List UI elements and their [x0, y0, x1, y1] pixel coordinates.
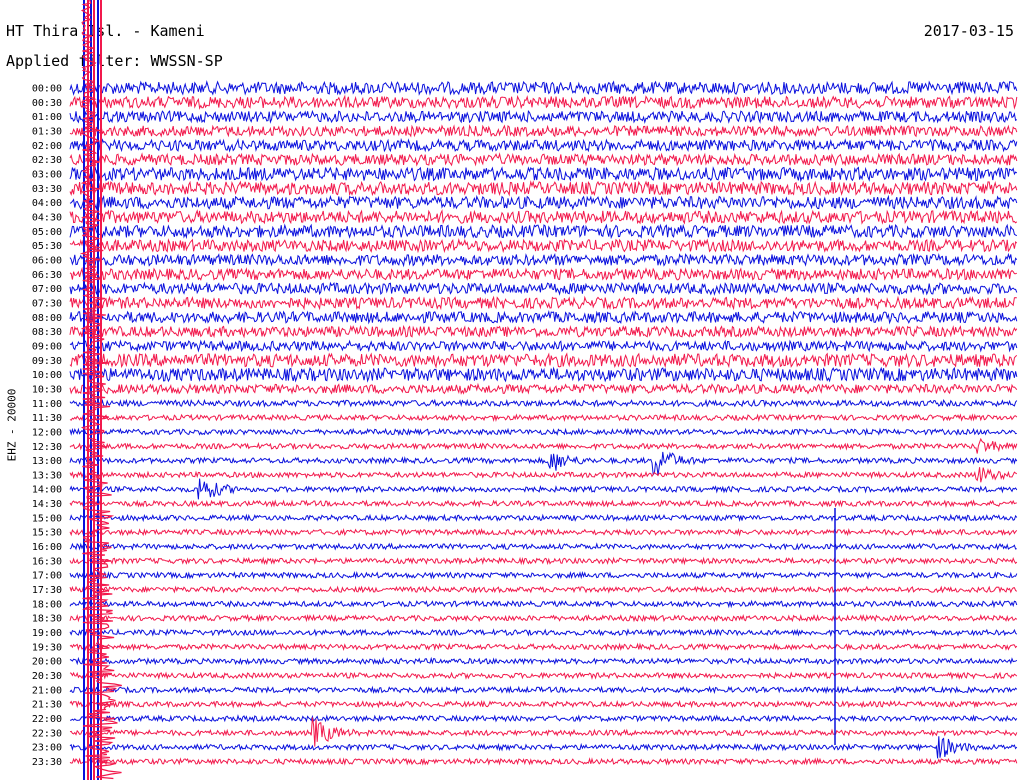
row-label: 03:30	[32, 184, 62, 195]
trace-row	[69, 451, 1018, 476]
trace-row	[69, 194, 1018, 211]
trace-row	[69, 398, 1018, 408]
trace-row	[69, 324, 1018, 339]
trace-row	[69, 736, 1018, 759]
row-label: 08:00	[32, 313, 62, 324]
trace-row	[69, 556, 1018, 566]
row-label: 04:00	[32, 198, 62, 209]
trace-row	[69, 339, 1018, 353]
trace-row	[69, 699, 1018, 709]
trace-row	[69, 527, 1018, 537]
row-label: 02:30	[32, 155, 62, 166]
row-label: 20:00	[32, 657, 62, 668]
row-label: 20:30	[32, 671, 62, 682]
trace-row	[69, 281, 1018, 296]
row-label: 17:30	[32, 585, 62, 596]
row-label: 12:30	[32, 442, 62, 453]
row-label: 13:30	[32, 470, 62, 481]
trace-row	[69, 165, 1018, 183]
row-label: 17:00	[32, 571, 62, 582]
trace-row	[69, 656, 1018, 666]
row-label: 09:30	[32, 356, 62, 367]
trace-row	[69, 570, 1018, 580]
trace-row	[69, 467, 1018, 483]
trace-row	[69, 717, 1018, 747]
row-label: 23:00	[32, 743, 62, 754]
trace-row	[69, 209, 1018, 225]
trace-row	[69, 642, 1018, 652]
row-label: 18:00	[32, 599, 62, 610]
trace-row	[69, 427, 1017, 437]
trace-row	[69, 180, 1018, 197]
row-label: 11:30	[32, 413, 62, 424]
trace-row	[69, 513, 1018, 523]
trace-row	[69, 295, 1017, 311]
trace-row	[69, 437, 1018, 454]
row-label: 09:00	[32, 341, 62, 352]
trace-row	[69, 585, 1018, 594]
trace-row	[69, 499, 1017, 509]
trace-row	[69, 478, 1018, 500]
row-label: 22:30	[32, 728, 62, 739]
row-label: 10:30	[32, 384, 62, 395]
row-label: 08:30	[32, 327, 62, 338]
helicorder-plot: 00:00 00:30 01:00 01:30 02:00 02:30 03:00 03:30…	[32, 0, 1018, 780]
trace-row	[69, 613, 1018, 623]
row-label: 21:00	[32, 685, 62, 696]
trace-row	[69, 352, 1018, 369]
row-label: 06:30	[32, 270, 62, 281]
row-label: 03:00	[32, 169, 62, 180]
trace-row	[69, 309, 1018, 325]
trace-row	[69, 152, 1018, 167]
trace-row	[69, 413, 1018, 423]
row-label: 02:00	[32, 141, 62, 152]
trace-row	[69, 599, 1018, 609]
row-label: 12:00	[32, 427, 62, 438]
row-label: 07:30	[32, 298, 62, 309]
trace-row	[69, 671, 1018, 680]
trace-row	[69, 238, 1018, 254]
row-label: 16:00	[32, 542, 62, 553]
row-label: 01:00	[32, 112, 62, 123]
row-label: 07:00	[32, 284, 62, 295]
trace-row	[69, 94, 1018, 110]
row-label: 19:30	[32, 642, 62, 653]
trace-row	[69, 382, 1018, 396]
row-label: 04:30	[32, 212, 62, 223]
trace-row	[69, 79, 1018, 96]
trace-row	[69, 757, 1018, 766]
row-label: 13:00	[32, 456, 62, 467]
row-label: 06:00	[32, 255, 62, 266]
row-label: 23:30	[32, 757, 62, 768]
row-label: 22:00	[32, 714, 62, 725]
trace-row	[69, 266, 1017, 282]
row-label: 15:00	[32, 513, 62, 524]
row-label: 19:00	[32, 628, 62, 639]
trace-row	[69, 628, 1018, 637]
row-label: 10:00	[32, 370, 62, 381]
trace-row	[69, 366, 1018, 383]
row-label: 05:30	[32, 241, 62, 252]
row-label: 05:00	[32, 227, 62, 238]
row-label: 18:30	[32, 614, 62, 625]
row-label: 00:00	[32, 84, 62, 95]
trace-row	[69, 714, 1018, 723]
row-label: 00:30	[32, 98, 62, 109]
trace-row	[69, 109, 1018, 124]
row-label: 11:00	[32, 399, 62, 410]
trace-row	[69, 542, 1017, 551]
row-label: 01:30	[32, 126, 62, 137]
row-label: 16:30	[32, 556, 62, 567]
trace-row	[69, 685, 1018, 695]
trace-row	[69, 137, 1018, 153]
trace-row	[69, 124, 1018, 138]
row-label: 14:30	[32, 499, 62, 510]
row-label: 15:30	[32, 528, 62, 539]
trace-row	[69, 223, 1018, 240]
row-label: 21:30	[32, 700, 62, 711]
trace-row	[69, 252, 1018, 268]
row-label: 14:00	[32, 485, 62, 496]
